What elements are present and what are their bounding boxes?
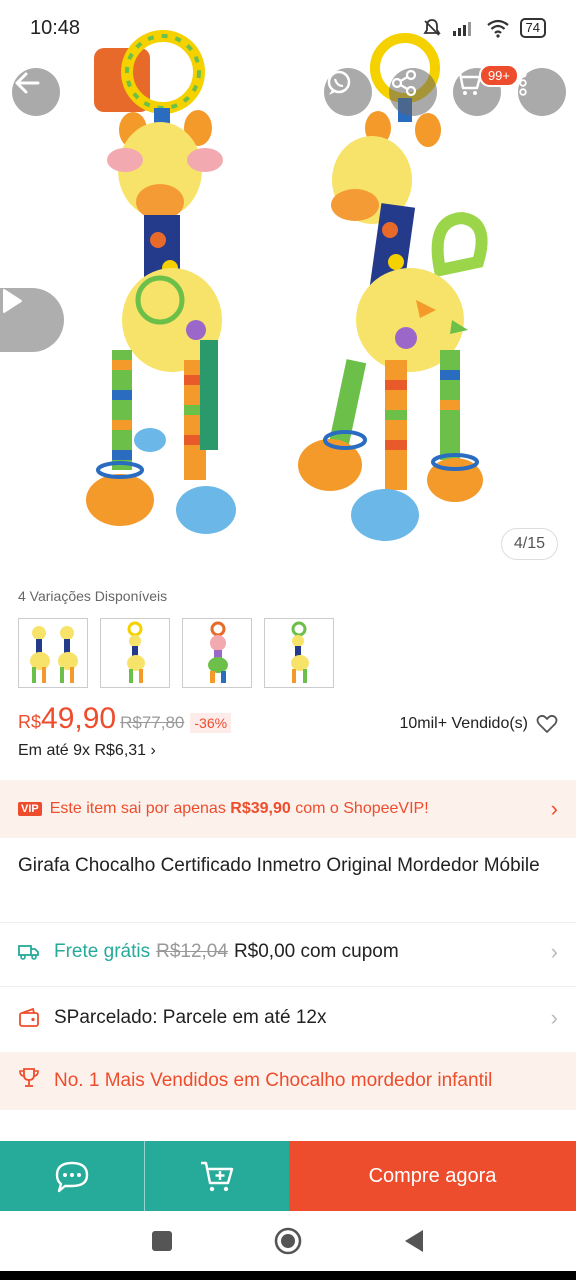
add-to-cart-button[interactable] (144, 1141, 289, 1211)
rattle-thumb-icon (208, 621, 228, 683)
trophy-icon (18, 1067, 40, 1095)
add-to-cart-icon (201, 1161, 234, 1192)
status-icons: 74 (422, 18, 546, 38)
home-icon[interactable] (273, 1226, 303, 1256)
system-navigation-bar (0, 1211, 576, 1271)
image-page-indicator: 4/15 (500, 528, 558, 560)
whatsapp-button[interactable] (324, 68, 372, 116)
installments-link[interactable]: Em até 9x R$6,31 › (18, 742, 156, 760)
chat-button[interactable] (0, 1141, 144, 1211)
giraffe-right-illustration (298, 33, 488, 541)
divider (0, 922, 576, 923)
chevron-right-icon: › (550, 939, 558, 964)
variation-thumb[interactable] (264, 618, 334, 688)
recent-apps-icon[interactable] (150, 1229, 174, 1253)
price-row: R$ 49,90 R$77,80 -36% 10mil+ Vendido(s) (18, 702, 558, 738)
variations-label: 4 Variações Disponíveis (18, 588, 168, 604)
chevron-right-icon: › (150, 742, 156, 759)
variation-thumbnails (18, 618, 334, 688)
divider (0, 986, 576, 987)
cart-badge: 99+ (478, 64, 519, 87)
back-button[interactable] (12, 68, 60, 116)
variation-thumb[interactable] (18, 618, 88, 688)
signal-icon (452, 22, 471, 36)
wifi-icon (486, 19, 509, 38)
more-options-button[interactable] (518, 68, 566, 116)
chevron-right-icon: › (550, 796, 558, 821)
giraffe-thumb-icon (30, 626, 78, 683)
sold-count: 10mil+ Vendido(s) (399, 714, 558, 734)
bottom-action-bar: Compre agora (0, 1141, 576, 1211)
back-nav-icon[interactable] (402, 1228, 426, 1254)
sparcelado-row[interactable]: SParcelado: Parcele em até 12x › (18, 998, 558, 1038)
shipping-new-price: R$0,00 com cupom (233, 941, 399, 962)
mute-icon (422, 19, 441, 36)
buy-now-button[interactable]: Compre agora (289, 1141, 576, 1211)
installments-text: Em até 9x R$6,31 (18, 742, 147, 759)
status-time: 10:48 (30, 16, 81, 39)
product-title: Girafa Chocalho Certificado Inmetro Orig… (18, 855, 540, 876)
giraffe-thumb-icon (291, 621, 309, 683)
shipping-old-price: R$12,04 (156, 941, 228, 962)
sold-count-text: 10mil+ Vendido(s) (399, 715, 528, 732)
whatsapp-icon (327, 70, 351, 95)
discount-badge: -36% (190, 713, 232, 733)
vip-text: Este item sai por apenas R$39,90 com o S… (49, 800, 429, 817)
giraffe-left-illustration (86, 30, 236, 534)
truck-icon (18, 944, 40, 960)
arrow-left-icon (15, 72, 40, 94)
variation-thumb[interactable] (182, 618, 252, 688)
heart-icon[interactable] (536, 714, 558, 734)
play-video-button[interactable] (0, 288, 64, 352)
battery-indicator: 74 (519, 18, 546, 38)
share-button[interactable] (389, 68, 437, 116)
chat-icon (55, 1161, 89, 1193)
shopee-vip-banner[interactable]: VIP Este item sai por apenas R$39,90 com… (0, 780, 576, 838)
shipping-row[interactable]: Frete grátis R$12,04 R$0,00 com cupom › (18, 932, 558, 972)
free-shipping-label: Frete grátis (54, 941, 151, 962)
screen-bottom-edge (0, 1271, 576, 1280)
price-value: 49,90 (41, 702, 117, 735)
bestseller-text: No. 1 Mais Vendidos em Chocalho mordedor… (54, 1070, 493, 1091)
vip-icon: VIP (18, 802, 42, 816)
sparcelado-text: SParcelado: Parcele em até 12x (54, 1007, 327, 1028)
variation-thumb[interactable] (100, 618, 170, 688)
share-icon (391, 69, 417, 97)
old-price: R$77,80 (120, 713, 185, 732)
cart-button[interactable]: 99+ (453, 64, 519, 116)
chevron-right-icon: › (550, 1005, 558, 1030)
giraffe-thumb-icon (127, 621, 145, 683)
price-currency: R$ (18, 712, 42, 732)
bestseller-banner[interactable]: No. 1 Mais Vendidos em Chocalho mordedor… (0, 1052, 576, 1110)
status-bar: 10:48 74 (0, 0, 576, 56)
wallet-icon (18, 1008, 40, 1028)
product-image-carousel[interactable]: 99+ 4/15 (0, 0, 576, 578)
play-icon (3, 289, 22, 313)
more-vertical-icon (519, 70, 527, 96)
